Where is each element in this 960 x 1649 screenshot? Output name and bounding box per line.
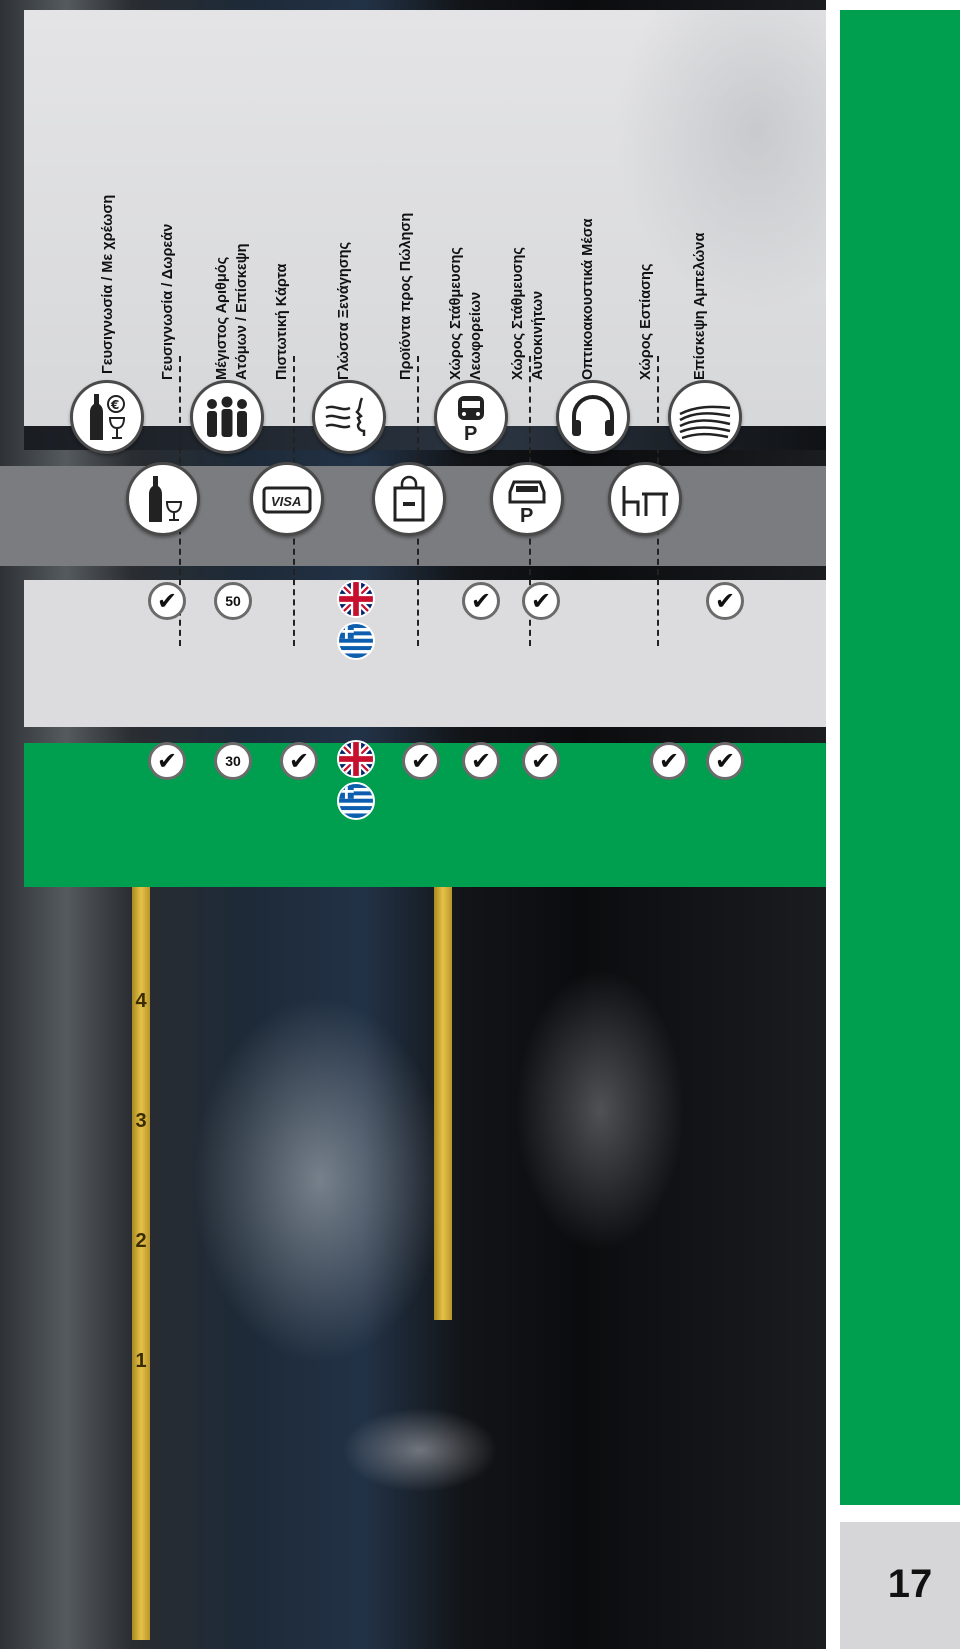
parking-letter: P (520, 505, 533, 526)
check-car-parking: ✔ (522, 582, 560, 620)
column-label: Χώρος Εστίασης (638, 263, 654, 380)
column-label: Γευσιγνωσία / Δωρεάν (160, 223, 176, 380)
check-bus-parking: ✔ (462, 742, 500, 780)
column-header-credit-card: Πιστωτική Κάρτα (272, 180, 316, 646)
headphones-icon (556, 380, 630, 454)
bus-parking-icon: P (434, 380, 508, 454)
side-green-bar (840, 10, 960, 1505)
check-car-parking: ✔ (522, 742, 560, 780)
column-label: Χώρος Στάθμευσης Αυτοκινήτων (510, 247, 546, 380)
column-label: Χώρος Στάθμευσης Λεωφορείων (448, 247, 484, 380)
column-label: Επίσκεψη Αμπελώνα (692, 232, 708, 380)
check-tasting-paid: ✔ (148, 582, 186, 620)
column-label: Γευσιγνωσία / Με χρέωση (100, 194, 116, 374)
visa-text: VISA (271, 494, 301, 509)
check-bus-parking: ✔ (462, 582, 500, 620)
check-dining-area: ✔ (650, 742, 688, 780)
max-people-value: 50 (214, 582, 252, 620)
visa-card-icon: VISA (250, 462, 324, 536)
page-number: 17 (887, 1562, 933, 1606)
column-header-car-parking: Χώρος Στάθμευσης Αυτοκινήτων (508, 180, 552, 646)
check-vineyard-visit: ✔ (706, 582, 744, 620)
svg-text:€: € (110, 398, 119, 412)
english-flag (337, 580, 375, 618)
check-products-for-sale: ✔ (402, 742, 440, 780)
max-people-value: 30 (214, 742, 252, 780)
car-parking-icon: P (490, 462, 564, 536)
english-flag (337, 740, 375, 778)
check-vineyard-visit: ✔ (706, 742, 744, 780)
vineyard-icon (668, 380, 742, 454)
ruler-mark: 1 (135, 1350, 147, 1372)
shopping-bag-icon (372, 462, 446, 536)
dining-table-icon (608, 462, 682, 536)
column-label: Προϊόντα προς Πώληση (398, 212, 414, 380)
parking-letter: P (464, 423, 477, 444)
check-credit-card: ✔ (280, 742, 318, 780)
ruler-mark: 3 (135, 1110, 147, 1132)
wine-bottle-euro-icon: € (70, 380, 144, 454)
column-label: Πιστωτική Κάρτα (274, 263, 290, 380)
greek-flag (337, 622, 375, 660)
column-header-products-for-sale: Προϊόντα προς Πώληση (396, 180, 440, 646)
tank-level-ruler: 5 4 3 2 1 (132, 840, 150, 1640)
column-label: Γλώσσα Ξενάγησης (336, 241, 352, 380)
check-tasting-paid: ✔ (148, 742, 186, 780)
column-label: Οπτικοακουστικά Μέσα (580, 218, 596, 380)
column-label: Μέγιστος Αριθμός Ατόμων / Επίσκεψη (214, 243, 250, 380)
wine-bottle-glass-icon (126, 462, 200, 536)
speaking-head-icon (312, 380, 386, 454)
tank-level-ruler-2 (434, 840, 452, 1320)
greek-flag (337, 782, 375, 820)
ruler-mark: 4 (135, 990, 147, 1012)
people-group-icon (190, 380, 264, 454)
ruler-mark: 2 (135, 1230, 147, 1252)
